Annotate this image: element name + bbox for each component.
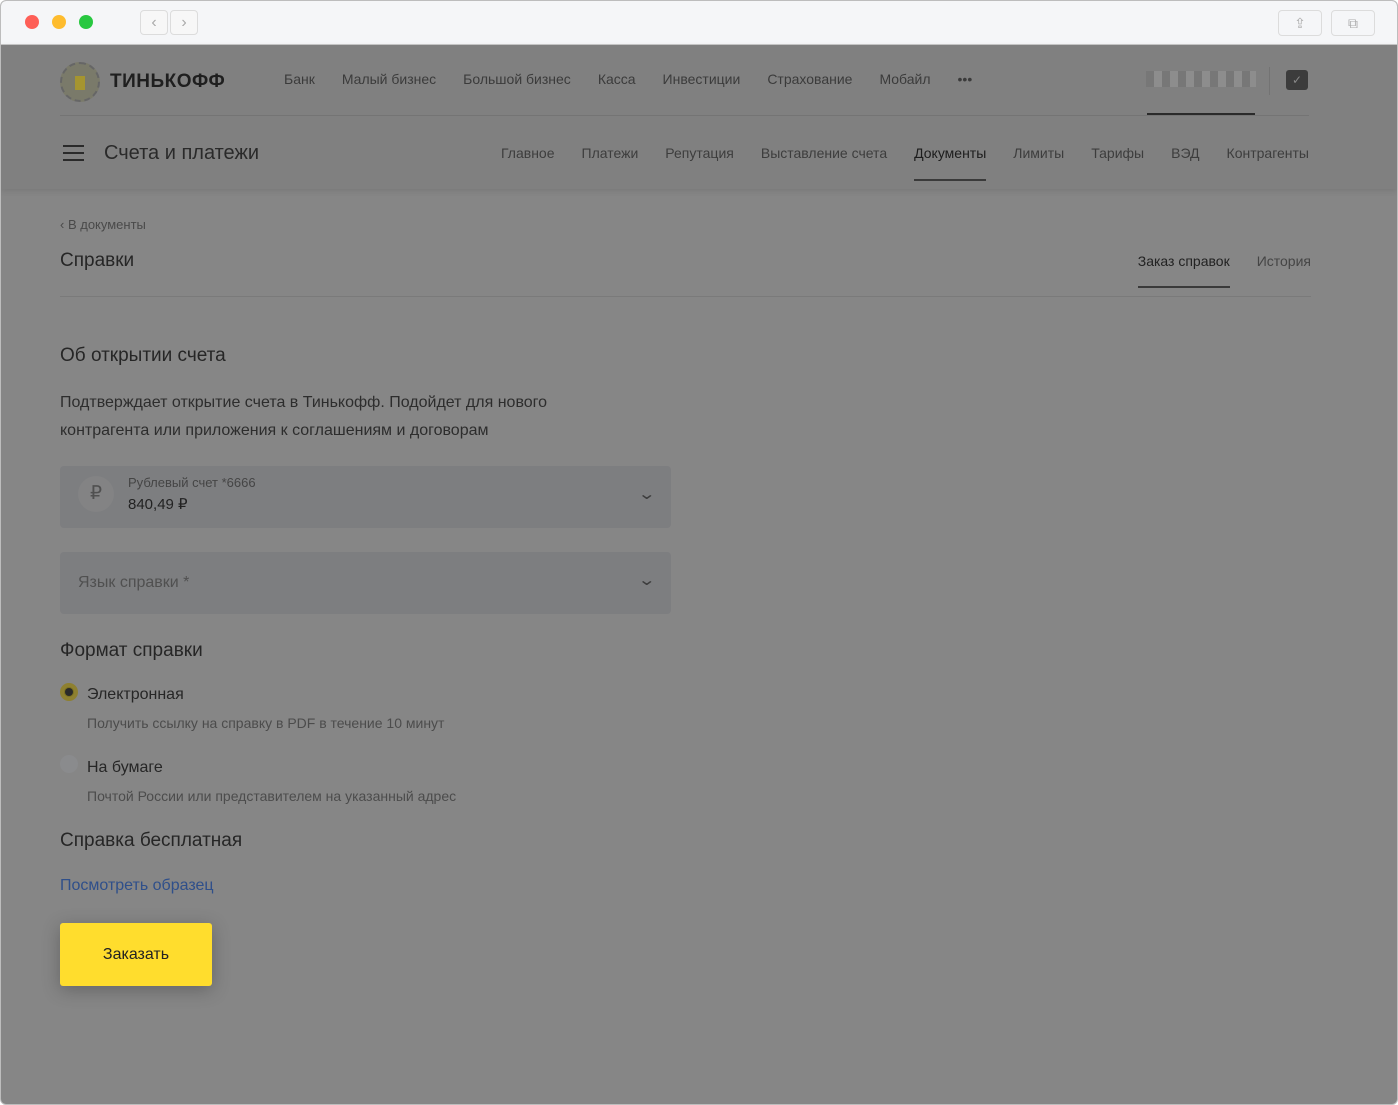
tabs: Заказ справок История xyxy=(1137,253,1311,288)
account-label: Рублевый счет *6666 xyxy=(128,475,256,490)
format-heading: Формат справки xyxy=(60,640,203,661)
subnav-invoicing[interactable]: Выставление счета xyxy=(761,145,887,161)
back-link-label: В документы xyxy=(67,217,146,232)
nav-small-business[interactable]: Малый бизнес xyxy=(342,71,436,87)
logo-emblem-icon xyxy=(60,62,100,102)
logo-text: ТИНЬКОФФ xyxy=(110,71,226,92)
order-button[interactable]: Заказать xyxy=(60,923,212,986)
nav-bank[interactable]: Банк xyxy=(284,71,315,87)
subnav-tariffs[interactable]: Тарифы xyxy=(1091,145,1144,161)
radio-paper[interactable] xyxy=(60,755,78,773)
page-title: Справки xyxy=(60,250,135,271)
radio-electronic-label: Электронная xyxy=(87,686,184,703)
divider xyxy=(1269,67,1270,95)
top-nav: Банк Малый бизнес Большой бизнес Касса И… xyxy=(284,71,972,87)
free-note: Справка бесплатная xyxy=(60,830,243,851)
language-select[interactable]: Язык справки * ⌄ xyxy=(60,552,671,614)
logo[interactable]: ТИНЬКОФФ xyxy=(60,62,225,102)
nav-kassa[interactable]: Касса xyxy=(598,71,636,87)
certificate-heading: Об открытии счета xyxy=(60,345,226,366)
nav-mobile[interactable]: Мобайл xyxy=(879,71,930,87)
subnav-reputation[interactable]: Репутация xyxy=(665,145,734,161)
account-select[interactable]: ₽ Рублевый счет *6666 840,49 ₽ ⌄ xyxy=(60,466,671,528)
share-icon[interactable]: ⇪ xyxy=(1278,10,1322,36)
nav-big-business[interactable]: Большой бизнес xyxy=(463,71,571,87)
view-sample-link[interactable]: Посмотреть образец xyxy=(60,877,214,895)
chevron-left-icon: ‹ xyxy=(60,217,68,232)
subnav-counterparties[interactable]: Контрагенты xyxy=(1227,145,1309,161)
chevron-down-icon: ⌄ xyxy=(636,486,656,503)
back-link[interactable]: ‹ В документы xyxy=(60,217,146,232)
divider xyxy=(60,296,1311,297)
subnav-limits[interactable]: Лимиты xyxy=(1013,145,1064,161)
subnav-ved[interactable]: ВЭД xyxy=(1171,145,1199,161)
browser-window: ‹ › ⇪ ⧉ ТИНЬКОФФ Банк Малый бизнес Больш… xyxy=(0,0,1398,1105)
subnav-payments[interactable]: Платежи xyxy=(582,145,639,161)
section-title: Счета и платежи xyxy=(104,142,260,164)
tabs-icon[interactable]: ⧉ xyxy=(1331,10,1375,36)
divider xyxy=(60,115,1309,116)
radio-electronic-sub: Получить ссылку на справку в PDF в течен… xyxy=(87,715,445,731)
maximize-window-button[interactable] xyxy=(79,15,93,29)
tab-history[interactable]: История xyxy=(1257,253,1311,269)
subnav-main[interactable]: Главное xyxy=(501,145,555,161)
ruble-icon: ₽ xyxy=(78,476,114,512)
user-name-blurred[interactable] xyxy=(1146,71,1256,87)
browser-titlebar: ‹ › ⇪ ⧉ xyxy=(1,1,1397,45)
chevron-down-icon: ⌄ xyxy=(636,572,656,589)
radio-paper-sub: Почтой России или представителем на указ… xyxy=(87,788,457,804)
sub-nav: Главное Платежи Репутация Выставление сч… xyxy=(501,145,1309,181)
nav-insurance[interactable]: Страхование xyxy=(767,71,852,87)
menu-icon[interactable] xyxy=(63,145,84,166)
more-icon[interactable]: ••• xyxy=(958,71,973,87)
mail-icon[interactable]: ✓ xyxy=(1286,70,1308,90)
minimize-window-button[interactable] xyxy=(52,15,66,29)
account-balance: 840,49 ₽ xyxy=(128,496,188,513)
nav-investments[interactable]: Инвестиции xyxy=(663,71,741,87)
forward-icon[interactable]: › xyxy=(170,10,198,35)
radio-paper-label: На бумаге xyxy=(87,759,163,776)
subnav-documents[interactable]: Документы xyxy=(914,145,987,181)
tab-order[interactable]: Заказ справок xyxy=(1137,253,1230,288)
back-icon[interactable]: ‹ xyxy=(140,10,168,35)
language-placeholder: Язык справки * xyxy=(78,574,190,591)
site-header: ТИНЬКОФФ Банк Малый бизнес Большой бизне… xyxy=(1,45,1397,189)
certificate-description: Подтверждает открытие счета в Тинькофф. … xyxy=(60,394,548,439)
close-window-button[interactable] xyxy=(25,15,39,29)
radio-electronic[interactable] xyxy=(60,683,78,701)
